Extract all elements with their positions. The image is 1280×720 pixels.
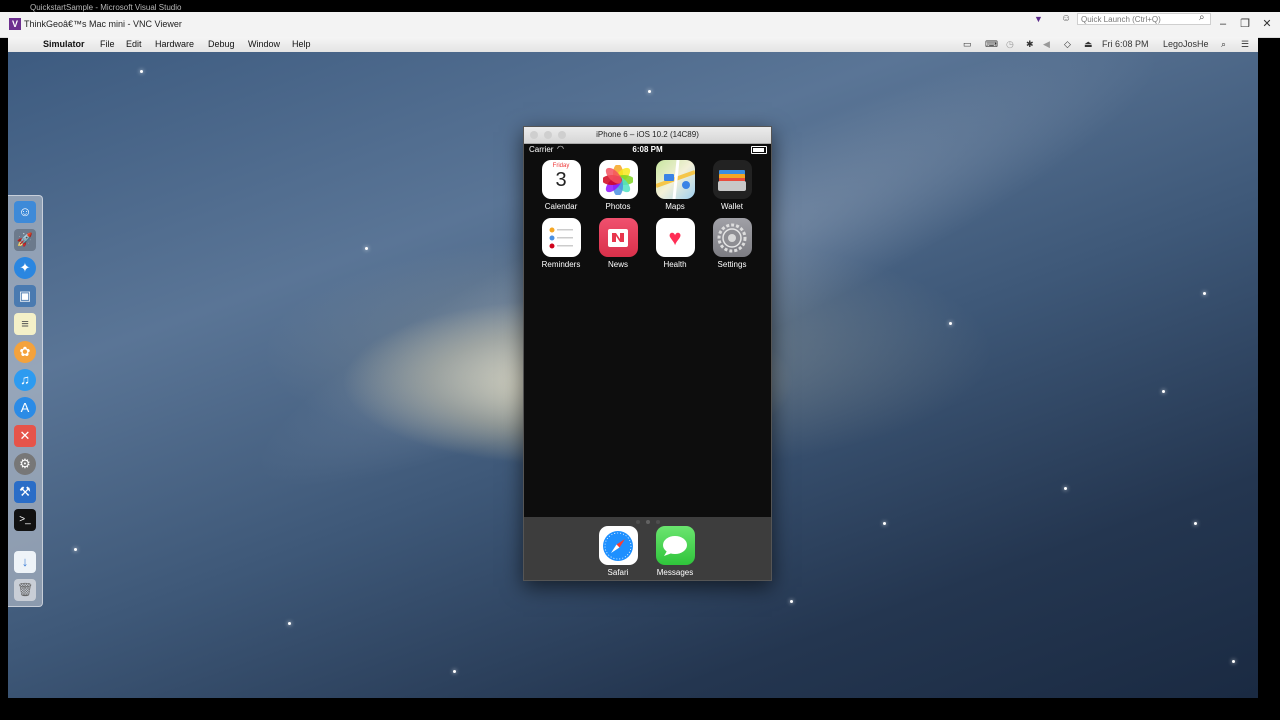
launchpad-icon[interactable]: 🚀: [14, 229, 36, 251]
vnc-window-title: ThinkGeoâ€™s Mac mini - VNC Viewer: [24, 19, 182, 29]
app-health[interactable]: ♥ Health: [651, 218, 699, 269]
menu-help[interactable]: Help: [292, 39, 311, 49]
app-settings[interactable]: Settings: [708, 218, 756, 269]
phone-dock: Safari Messages: [524, 517, 771, 580]
minimize-button[interactable]: ‒: [1212, 13, 1234, 35]
app-label: Safari: [607, 568, 629, 577]
menu-edit[interactable]: Edit: [126, 39, 142, 49]
app-label: News: [607, 260, 628, 269]
app-label: Settings: [717, 260, 747, 269]
star: [949, 322, 952, 325]
terminal-icon[interactable]: >_: [14, 509, 36, 531]
photos-dock-icon[interactable]: ✿: [14, 341, 36, 363]
phone-screen: Carrier ◠ 6:08 PM Friday 3 Calendar Phot…: [524, 144, 771, 580]
xamarin-icon[interactable]: ✕: [14, 425, 36, 447]
app-calendar[interactable]: Friday 3 Calendar: [537, 160, 585, 211]
simulator-window: iPhone 6 – iOS 10.2 (14C89) Carrier ◠ 6:…: [523, 126, 772, 581]
star: [74, 548, 77, 551]
simulator-title: iPhone 6 – iOS 10.2 (14C89): [596, 130, 699, 139]
bluetooth-icon[interactable]: ✱: [1026, 39, 1034, 50]
menubar-clock[interactable]: Fri 6:08 PM: [1102, 39, 1149, 49]
vnc-logo-icon: V: [9, 18, 21, 30]
eject-icon[interactable]: ⏏: [1084, 39, 1093, 50]
photos-icon: [598, 160, 638, 199]
status-bar: Carrier ◠ 6:08 PM: [524, 144, 771, 156]
reminders-icon: [541, 218, 581, 257]
star: [648, 90, 651, 93]
vs-ghost-title: QuickstartSample - Microsoft Visual Stud…: [30, 3, 182, 12]
news-icon: [598, 218, 638, 257]
search-icon[interactable]: ⌕: [1199, 12, 1205, 23]
star: [1232, 660, 1235, 663]
app-store-icon[interactable]: A: [14, 397, 36, 419]
app-label: Calendar: [544, 202, 578, 211]
safari-compass-icon: [598, 526, 638, 565]
star: [1064, 487, 1067, 490]
app-wallet[interactable]: Wallet: [708, 160, 756, 211]
calendar-date: 3: [555, 169, 567, 191]
mac-menubar: Simulator File Edit Hardware Debug Windo…: [8, 37, 1258, 53]
menu-debug[interactable]: Debug: [208, 39, 235, 49]
spotlight-icon[interactable]: ⌕: [1221, 39, 1226, 50]
messages-bubble-icon: [655, 526, 695, 565]
settings-gear-icon: [712, 218, 752, 257]
mac-dock: ☺ 🚀 ✦ ▣ ≡ ✿ ♫ A ✕ ⚙ ⚒ >_ ↓ 🗑: [8, 195, 43, 607]
notification-center-icon[interactable]: ☰: [1241, 39, 1249, 50]
star: [365, 247, 368, 250]
itunes-icon[interactable]: ♫: [14, 369, 36, 391]
app-label: Wallet: [721, 202, 743, 211]
airplay-icon[interactable]: ▭: [963, 39, 972, 50]
star: [790, 600, 793, 603]
app-label: Health: [663, 260, 687, 269]
app-news[interactable]: News: [594, 218, 642, 269]
app-label: Reminders: [541, 260, 581, 269]
quick-launch-input[interactable]: Quick Launch (Ctrl+Q): [1077, 13, 1211, 25]
simulator-titlebar: iPhone 6 – iOS 10.2 (14C89): [524, 127, 771, 144]
volume-icon[interactable]: ◀: [1043, 39, 1050, 50]
downloads-icon[interactable]: ↓: [14, 551, 36, 573]
filter-icon[interactable]: ▼: [1034, 14, 1043, 24]
menu-file[interactable]: File: [100, 39, 115, 49]
wifi-icon[interactable]: ◇: [1064, 39, 1071, 50]
menu-hardware[interactable]: Hardware: [155, 39, 194, 49]
wallet-icon: [712, 160, 752, 199]
status-clock: 6:08 PM: [632, 145, 663, 154]
maps-icon: [655, 160, 695, 199]
menu-app-name[interactable]: Simulator: [43, 39, 85, 49]
xcode-icon[interactable]: ⚒: [14, 481, 36, 503]
star: [1194, 522, 1197, 525]
trash-icon[interactable]: 🗑: [14, 579, 36, 601]
battery-icon: [751, 146, 767, 154]
screen-top-strip: QuickstartSample - Microsoft Visual Stud…: [0, 0, 1280, 12]
app-label: Photos: [605, 202, 631, 211]
app-reminders[interactable]: Reminders: [537, 218, 585, 269]
health-heart-icon: ♥: [655, 218, 695, 257]
star: [883, 522, 886, 525]
restore-button[interactable]: ❐: [1234, 13, 1256, 35]
close-button[interactable]: ✕: [1256, 13, 1278, 35]
finder-icon[interactable]: ☺: [14, 201, 36, 223]
timemachine-icon[interactable]: ◷: [1006, 39, 1014, 50]
system-preferences-icon[interactable]: ⚙: [14, 453, 36, 475]
keyboard-icon[interactable]: ⌨: [985, 39, 998, 50]
app-label: Maps: [665, 202, 685, 211]
feedback-icon[interactable]: ☺: [1061, 13, 1071, 24]
preview-icon[interactable]: ▣: [14, 285, 36, 307]
notes-icon[interactable]: ≡: [14, 313, 36, 335]
calendar-icon: Friday 3: [541, 160, 581, 199]
menubar-user[interactable]: LegoJosHe: [1163, 39, 1209, 49]
app-maps[interactable]: Maps: [651, 160, 699, 211]
safari-dock-icon[interactable]: ✦: [14, 257, 36, 279]
app-messages[interactable]: Messages: [651, 526, 699, 577]
menu-window[interactable]: Window: [248, 39, 280, 49]
app-safari[interactable]: Safari: [594, 526, 642, 577]
star: [288, 622, 291, 625]
star: [1203, 292, 1206, 295]
star: [1162, 390, 1165, 393]
app-label: Messages: [656, 568, 694, 577]
star: [453, 670, 456, 673]
star: [140, 70, 143, 73]
app-photos[interactable]: Photos: [594, 160, 642, 211]
